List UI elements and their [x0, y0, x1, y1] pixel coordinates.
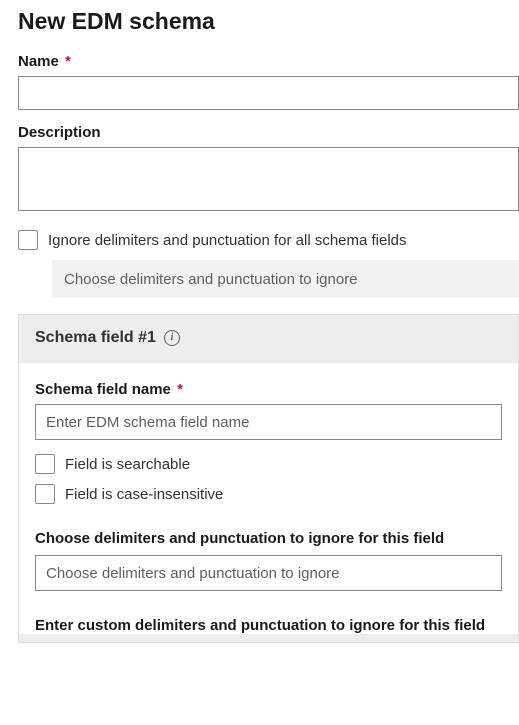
- ignore-all-checkbox[interactable]: [18, 230, 38, 250]
- searchable-checkbox[interactable]: [35, 454, 55, 474]
- searchable-label: Field is searchable: [65, 456, 190, 473]
- info-icon[interactable]: i: [164, 330, 180, 346]
- ignore-all-label: Ignore delimiters and punctuation for al…: [48, 232, 407, 249]
- schema-field-body: Schema field name * Field is searchable …: [19, 363, 518, 634]
- description-label: Description: [18, 124, 519, 141]
- custom-delim-label: Enter custom delimiters and punctuation …: [35, 617, 502, 634]
- description-input[interactable]: [18, 147, 519, 211]
- name-field-group: Name *: [18, 53, 519, 110]
- schema-field-name-label-text: Schema field name: [35, 381, 171, 398]
- page-title: New EDM schema: [18, 8, 519, 35]
- name-required-marker: *: [65, 53, 71, 70]
- global-delimiters-picker[interactable]: Choose delimiters and punctuation to ign…: [52, 260, 519, 298]
- schema-field-header-text: Schema field #1: [35, 329, 156, 347]
- schema-field-card: Schema field #1 i Schema field name * Fi…: [18, 314, 519, 643]
- searchable-row: Field is searchable: [35, 454, 502, 474]
- schema-field-name-input[interactable]: [35, 404, 502, 440]
- name-label-text: Name: [18, 53, 59, 70]
- case-insensitive-checkbox[interactable]: [35, 484, 55, 504]
- ignore-all-row: Ignore delimiters and punctuation for al…: [18, 230, 519, 250]
- case-insensitive-label: Field is case-insensitive: [65, 486, 223, 503]
- description-field-group: Description: [18, 124, 519, 216]
- schema-field-header: Schema field #1 i: [19, 315, 518, 363]
- schema-field-name-label: Schema field name *: [35, 381, 502, 398]
- choose-delim-label: Choose delimiters and punctuation to ign…: [35, 530, 502, 547]
- case-insensitive-row: Field is case-insensitive: [35, 484, 502, 504]
- global-delimiters-placeholder: Choose delimiters and punctuation to ign…: [64, 271, 358, 288]
- name-label: Name *: [18, 53, 519, 70]
- name-input[interactable]: [18, 76, 519, 110]
- choose-delim-input[interactable]: [35, 555, 502, 591]
- schema-field-name-required-marker: *: [177, 381, 183, 398]
